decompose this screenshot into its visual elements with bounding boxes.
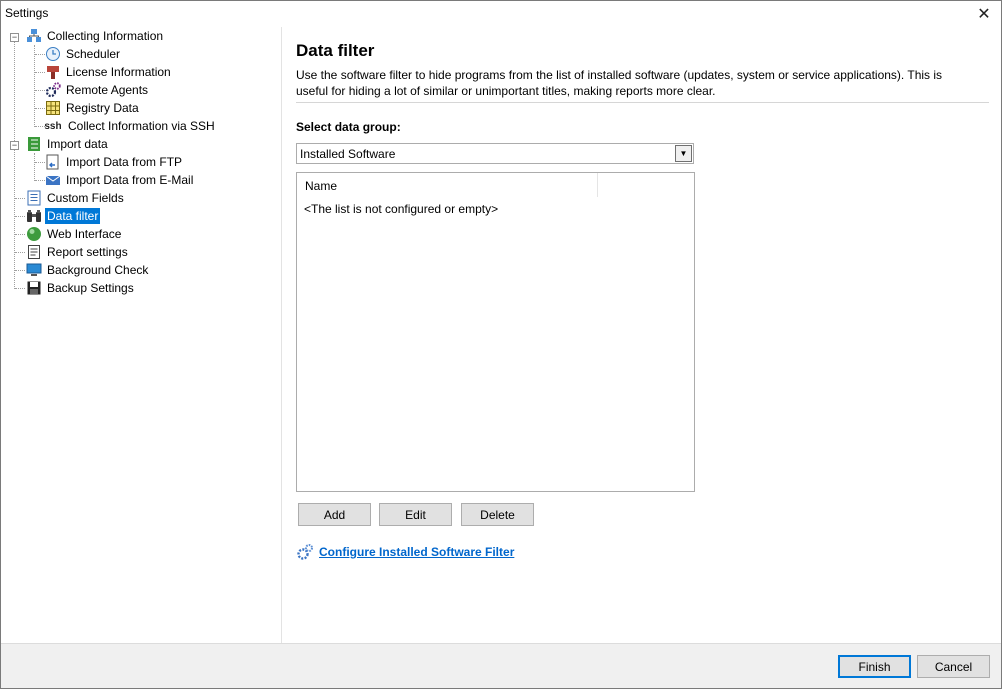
column-header-name[interactable]: Name (297, 173, 598, 197)
ftp-import-icon (45, 154, 61, 170)
data-group-value: Installed Software (300, 146, 396, 161)
tree-item-web-interface[interactable]: Web Interface (26, 225, 123, 243)
tree-item-collecting-information[interactable]: Collecting Information (26, 27, 165, 45)
chevron-down-icon[interactable]: ▼ (675, 145, 692, 162)
tree-connector (35, 90, 45, 91)
tree-connector (35, 162, 45, 163)
title-bar: Settings ✕ (1, 1, 1001, 27)
binoculars-icon (26, 208, 42, 224)
tree-item-scheduler[interactable]: Scheduler (45, 45, 122, 63)
list-icon (26, 190, 42, 206)
tree-item-data-filter[interactable]: Data filter (26, 207, 101, 225)
report-icon (26, 244, 42, 260)
floppy-icon (26, 280, 42, 296)
expander-import-data[interactable]: − (10, 141, 19, 150)
tree-item-import-data-from-email[interactable]: Import Data from E-Mail (45, 171, 195, 189)
data-group-select[interactable]: Installed Software ▼ (296, 143, 694, 164)
tree-item-label: Registry Data (66, 101, 139, 115)
tree-connector (15, 234, 25, 235)
tree-item-license-information[interactable]: License Information (45, 63, 173, 81)
tree-item-label: Remote Agents (66, 83, 149, 97)
gears-icon (296, 543, 314, 561)
data-group-label: Select data group: (296, 120, 401, 134)
edit-button[interactable]: Edit (379, 503, 452, 526)
page-title: Data filter (296, 41, 375, 60)
tree-item-label: Web Interface (47, 227, 122, 241)
import-icon (26, 136, 42, 152)
monitor-icon (26, 262, 42, 278)
tree-item-label: Import Data from FTP (66, 155, 183, 169)
tree-connector (34, 153, 35, 181)
filter-list[interactable]: Name <The list is not configured or empt… (296, 172, 695, 492)
tree-connector (35, 72, 45, 73)
tree-item-label: Collecting Information (47, 29, 164, 43)
expander-collecting-information[interactable]: − (10, 33, 19, 42)
tree-connector (15, 198, 25, 199)
ssh-icon: ssh (44, 120, 62, 132)
configure-filter-link[interactable]: Configure Installed Software Filter (319, 545, 514, 559)
empty-list-message: <The list is not configured or empty> (304, 202, 499, 216)
tree-item-label: License Information (66, 65, 171, 79)
tree-connector (34, 45, 35, 127)
gears-icon (45, 82, 61, 98)
close-icon[interactable]: ✕ (967, 1, 1001, 27)
tree-connector (35, 108, 45, 109)
page-description: Use the software filter to hide programs… (296, 68, 943, 98)
cancel-button[interactable]: Cancel (917, 655, 990, 678)
divider (296, 102, 989, 103)
delete-button[interactable]: Delete (461, 503, 534, 526)
tree-connector (35, 54, 45, 55)
tree-item-label: Background Check (47, 263, 149, 277)
tree-connector (15, 270, 25, 271)
configure-filter-row: Configure Installed Software Filter (296, 543, 514, 561)
network-icon (26, 28, 42, 44)
tree-item-report-settings[interactable]: Report settings (26, 243, 130, 261)
license-icon (45, 64, 61, 80)
tree-item-backup-settings[interactable]: Backup Settings (26, 279, 136, 297)
grid-icon (45, 100, 61, 116)
tree-connector (15, 216, 25, 217)
tree-item-remote-agents[interactable]: Remote Agents (45, 81, 150, 99)
tree-item-label: Custom Fields (47, 191, 124, 205)
tree-item-custom-fields[interactable]: Custom Fields (26, 189, 126, 207)
tree-item-label: Scheduler (66, 47, 121, 61)
tree-connector (15, 252, 25, 253)
tree-item-label: Collect Information via SSH (68, 119, 215, 133)
tree-item-label: Import data (47, 137, 108, 151)
add-button[interactable]: Add (298, 503, 371, 526)
email-import-icon (45, 172, 61, 188)
tree-item-label: Import Data from E-Mail (66, 173, 194, 187)
tree-item-registry-data[interactable]: Registry Data (45, 99, 141, 117)
finish-button[interactable]: Finish (838, 655, 911, 678)
tree-connector (35, 180, 45, 181)
tree-item-label: Data filter (45, 208, 101, 224)
settings-tree: − − Collecting Information Scheduler Lic… (1, 27, 282, 643)
clock-icon (45, 46, 61, 62)
globe-icon (26, 226, 42, 242)
tree-item-label: Backup Settings (47, 281, 134, 295)
tree-item-background-check[interactable]: Background Check (26, 261, 150, 279)
tree-item-label: Report settings (47, 245, 128, 259)
settings-window: Settings ✕ − − Collecting Information Sc… (0, 0, 1002, 689)
window-title: Settings (5, 6, 49, 20)
tree-item-import-data[interactable]: Import data (26, 135, 110, 153)
footer-bar: Finish Cancel (1, 643, 1001, 688)
tree-item-import-data-from-ftp[interactable]: Import Data from FTP (45, 153, 184, 171)
tree-connector (15, 288, 25, 289)
tree-item-collect-information-via-ssh[interactable]: ssh Collect Information via SSH (43, 117, 217, 135)
